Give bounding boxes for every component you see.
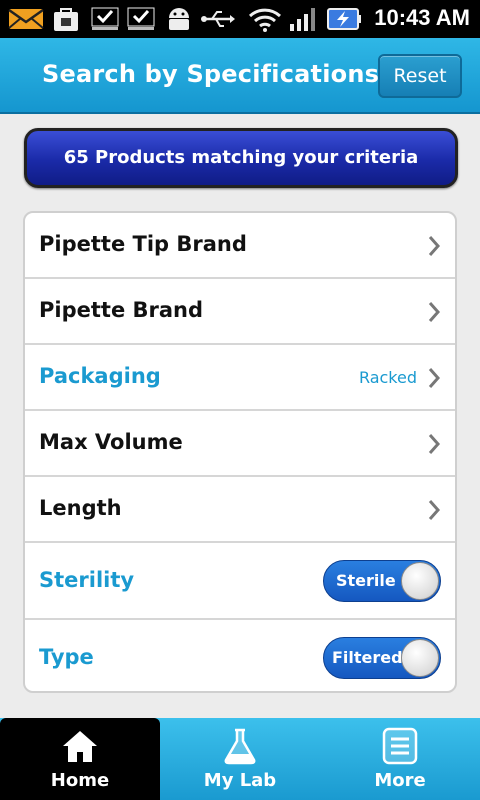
chevron-right-icon	[428, 236, 441, 256]
tab-label: My Lab	[203, 770, 277, 791]
spec-row-type: Type Filtered	[25, 620, 455, 691]
tab-label: More	[374, 770, 426, 791]
spec-label: Length	[39, 496, 122, 520]
bag-icon	[54, 8, 78, 31]
spec-row-packaging[interactable]: Packaging Racked	[25, 345, 455, 411]
toggle-knob[interactable]	[401, 639, 439, 677]
spec-label: Pipette Brand	[39, 298, 204, 322]
wifi-icon	[248, 8, 282, 32]
status-time: 10:43 AM	[374, 5, 470, 30]
spec-label: Packaging	[39, 364, 161, 388]
tab-my-lab[interactable]: My Lab	[160, 718, 320, 800]
spec-row-pipette-tip-brand[interactable]: Pipette Tip Brand	[25, 213, 455, 279]
reset-button[interactable]: Reset	[378, 54, 462, 98]
mail-icon	[8, 8, 44, 29]
spec-row-max-volume[interactable]: Max Volume	[25, 411, 455, 477]
toggle-label: Filtered	[332, 648, 403, 667]
spec-value: Racked	[358, 368, 417, 387]
signal-icon	[290, 8, 315, 31]
usb-icon	[201, 11, 235, 27]
checklist-icon	[127, 7, 155, 30]
tab-home[interactable]: Home	[0, 718, 160, 800]
checklist-icon	[91, 7, 119, 30]
chevron-right-icon	[428, 368, 441, 388]
sterility-toggle[interactable]: Sterile	[323, 560, 441, 602]
status-bar: 10:43 AM	[0, 0, 480, 38]
spec-label: Max Volume	[39, 430, 183, 454]
chevron-right-icon	[428, 500, 441, 520]
spec-row-sterility: Sterility Sterile	[25, 543, 455, 620]
match-count-button[interactable]: 65 Products matching your criteria	[24, 128, 458, 188]
page-title: Search by Specifications	[42, 60, 380, 88]
toggle-knob[interactable]	[401, 562, 439, 600]
spec-label: Type	[39, 645, 94, 669]
battery-icon	[327, 8, 361, 30]
spec-label: Sterility	[39, 568, 135, 592]
tab-more[interactable]: More	[320, 718, 480, 800]
type-toggle[interactable]: Filtered	[323, 637, 441, 679]
list-icon	[382, 727, 418, 765]
toggle-label: Sterile	[336, 571, 396, 590]
home-icon	[63, 731, 97, 762]
android-icon	[169, 8, 189, 30]
chevron-right-icon	[428, 434, 441, 454]
spec-label: Pipette Tip Brand	[39, 232, 247, 256]
spec-row-pipette-brand[interactable]: Pipette Brand	[25, 279, 455, 345]
chevron-right-icon	[428, 302, 441, 322]
flask-icon	[224, 728, 256, 765]
spec-row-length[interactable]: Length	[25, 477, 455, 543]
bottom-tab-bar: Home My Lab More	[0, 718, 480, 800]
header-bar: Search by Specifications Reset	[0, 38, 480, 114]
tab-label: Home	[50, 770, 110, 791]
specification-list: Pipette Tip Brand Pipette Brand Packagin…	[23, 211, 457, 693]
